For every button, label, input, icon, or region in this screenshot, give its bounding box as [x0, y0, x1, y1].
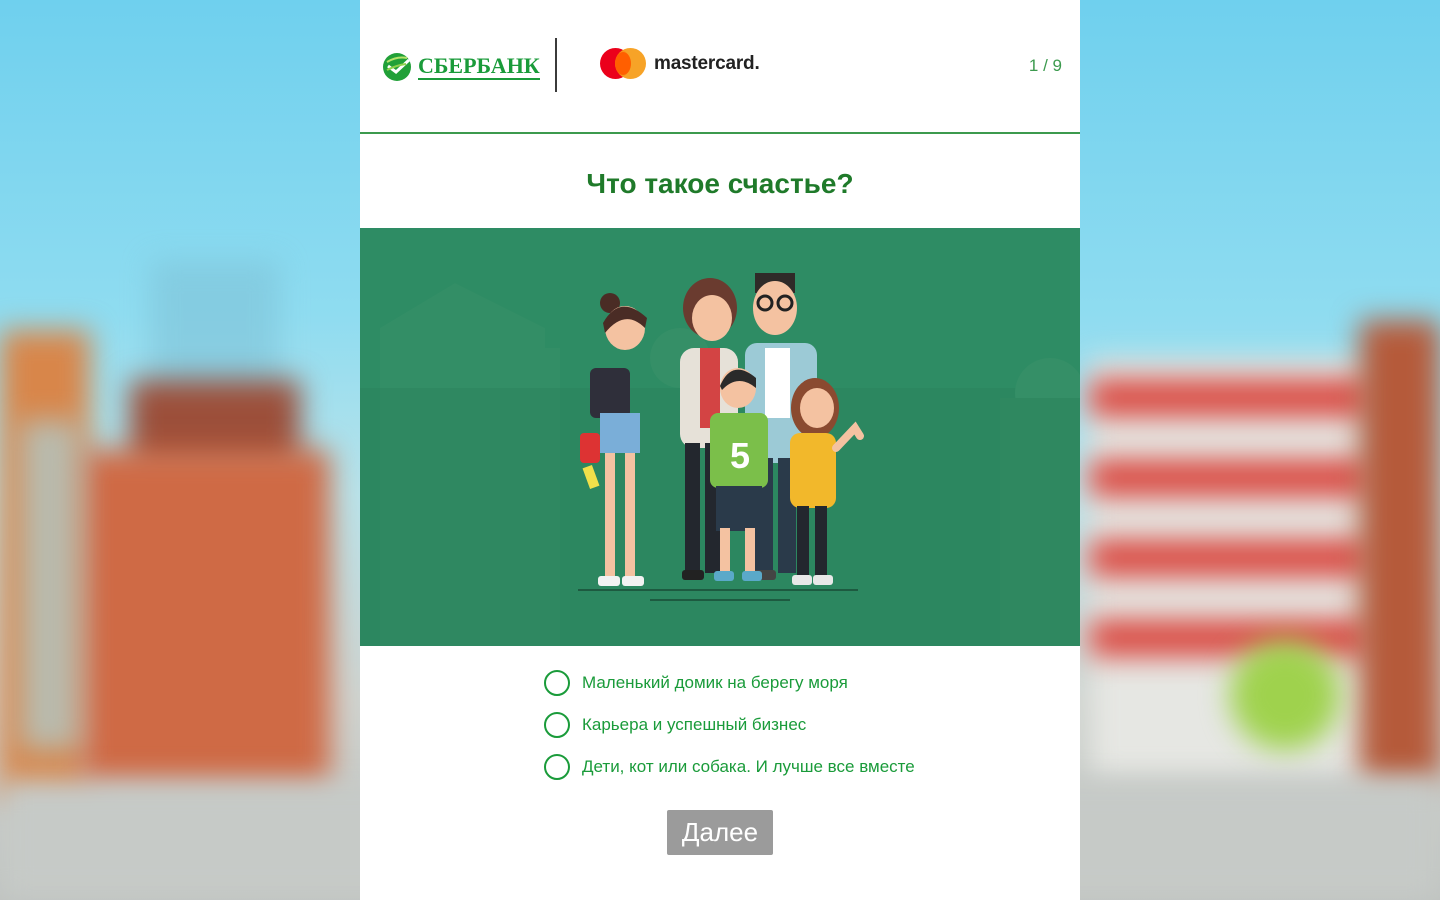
answer-option[interactable]: Маленький домик на берегу моря: [544, 662, 915, 704]
answer-option[interactable]: Карьера и успешный бизнес: [544, 704, 915, 746]
radio-button[interactable]: [544, 712, 570, 738]
quiz-header: СБЕРБАНК mastercard. 1 / 9: [360, 0, 1080, 134]
mastercard-logo: mastercard.: [600, 48, 760, 80]
answer-option-label: Дети, кот или собака. И лучше все вместе: [582, 757, 915, 776]
question-title: Что такое счастье?: [586, 168, 854, 199]
family-illustration: 5: [360, 228, 1080, 646]
mastercard-logo-text: mastercard.: [654, 53, 760, 74]
svg-text:5: 5: [730, 435, 750, 476]
sberbank-logo: СБЕРБАНК: [382, 50, 540, 84]
sberbank-logo-text: СБЕРБАНК: [418, 53, 540, 80]
quiz-card: СБЕРБАНК mastercard. 1 / 9 Что такое сча…: [360, 0, 1080, 900]
answer-option-label: Маленький домик на берегу моря: [582, 673, 848, 692]
question-counter: 1 / 9: [1028, 56, 1062, 75]
sberbank-logo-icon: [383, 53, 411, 81]
answer-option[interactable]: Дети, кот или собака. И лучше все вместе: [544, 746, 915, 788]
radio-button[interactable]: [544, 754, 570, 780]
answer-options: Маленький домик на берегу моря Карьера и…: [544, 662, 915, 788]
answer-option-label: Карьера и успешный бизнес: [582, 715, 807, 734]
logo-divider: [555, 38, 557, 92]
next-button[interactable]: Далее: [667, 810, 773, 855]
radio-button[interactable]: [544, 670, 570, 696]
mastercard-circles-icon: [600, 48, 646, 80]
